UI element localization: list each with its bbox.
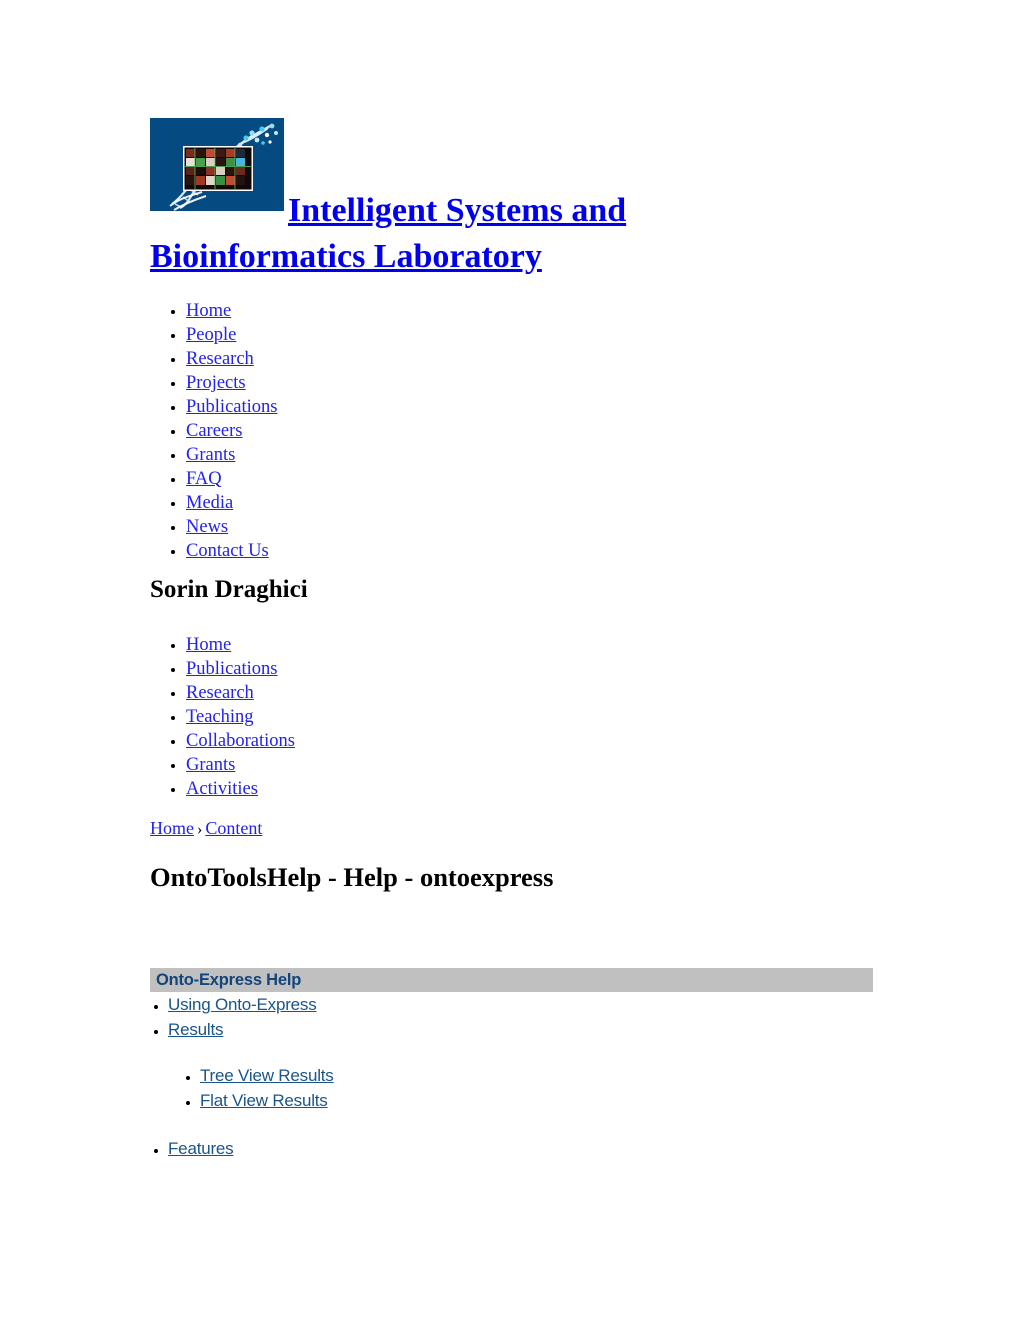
nav-link-contact-us[interactable]: Contact Us bbox=[186, 541, 269, 561]
help-link-using-onto-express[interactable]: Using Onto-Express bbox=[168, 995, 317, 1014]
help-item-results[interactable]: Results Tree View Results Flat View Resu… bbox=[168, 1018, 334, 1114]
person-name-heading: Sorin Draghici bbox=[150, 576, 308, 603]
breadcrumb-separator: › bbox=[197, 821, 203, 838]
nav-link-careers[interactable]: Careers bbox=[186, 421, 243, 441]
nav-link-grants[interactable]: Grants bbox=[186, 445, 235, 465]
nav-link-faq[interactable]: FAQ bbox=[186, 469, 222, 489]
help-link-tree-view-results[interactable]: Tree View Results bbox=[200, 1066, 334, 1085]
nav-item-publications[interactable]: Publications bbox=[186, 395, 277, 419]
site-logo-icon[interactable] bbox=[150, 118, 284, 211]
logo-graphic bbox=[150, 118, 284, 211]
microarray-image bbox=[183, 146, 253, 191]
help-link-results[interactable]: Results bbox=[168, 1020, 223, 1039]
person-navigation: Home Publications Research Teaching Coll… bbox=[150, 633, 295, 801]
nav-link-home[interactable]: Home bbox=[186, 301, 231, 321]
person-nav-item-activities[interactable]: Activities bbox=[186, 777, 295, 801]
help-item-features[interactable]: Features bbox=[168, 1137, 334, 1162]
help-link-features[interactable]: Features bbox=[168, 1139, 234, 1158]
person-nav-link-collaborations[interactable]: Collaborations bbox=[186, 731, 295, 751]
nav-item-news[interactable]: News bbox=[186, 515, 277, 539]
page-title: OntoToolsHelp - Help - ontoexpress bbox=[150, 862, 554, 892]
nav-link-publications[interactable]: Publications bbox=[186, 397, 277, 417]
nav-item-home[interactable]: Home bbox=[186, 299, 277, 323]
person-nav-item-research[interactable]: Research bbox=[186, 681, 295, 705]
breadcrumb: Home › Content bbox=[150, 818, 262, 839]
help-list-spacer bbox=[168, 1113, 334, 1137]
nav-item-careers[interactable]: Careers bbox=[186, 419, 277, 443]
nav-link-news[interactable]: News bbox=[186, 517, 228, 537]
breadcrumb-link-home[interactable]: Home bbox=[150, 818, 194, 838]
person-nav-link-research[interactable]: Research bbox=[186, 683, 254, 703]
nav-item-research[interactable]: Research bbox=[186, 347, 277, 371]
breadcrumb-link-content[interactable]: Content bbox=[205, 818, 262, 838]
person-nav-link-teaching[interactable]: Teaching bbox=[186, 707, 254, 727]
person-nav-item-home[interactable]: Home bbox=[186, 633, 295, 657]
nav-link-research[interactable]: Research bbox=[186, 349, 254, 369]
site-title-line-1: Intelligent Systems and bbox=[288, 192, 627, 229]
nav-item-faq[interactable]: FAQ bbox=[186, 467, 277, 491]
page-root: Intelligent Systems and Bioinformatics L… bbox=[0, 0, 1020, 1320]
nav-item-contact-us[interactable]: Contact Us bbox=[186, 539, 277, 563]
person-nav-item-publications[interactable]: Publications bbox=[186, 657, 295, 681]
site-header: Intelligent Systems and Bioinformatics L… bbox=[150, 118, 890, 280]
help-link-flat-view-results[interactable]: Flat View Results bbox=[200, 1091, 328, 1110]
person-nav-link-publications[interactable]: Publications bbox=[186, 659, 277, 679]
nav-item-people[interactable]: People bbox=[186, 323, 277, 347]
help-results-sublist: Tree View Results Flat View Results bbox=[168, 1064, 334, 1113]
help-topics-list: Using Onto-Express Results Tree View Res… bbox=[150, 993, 334, 1162]
person-nav-link-grants[interactable]: Grants bbox=[186, 755, 235, 775]
help-subitem-tree-view-results[interactable]: Tree View Results bbox=[200, 1064, 334, 1089]
nav-link-projects[interactable]: Projects bbox=[186, 373, 246, 393]
nav-link-people[interactable]: People bbox=[186, 325, 236, 345]
nav-item-media[interactable]: Media bbox=[186, 491, 277, 515]
nav-item-grants[interactable]: Grants bbox=[186, 443, 277, 467]
person-nav-item-grants[interactable]: Grants bbox=[186, 753, 295, 777]
nav-link-media[interactable]: Media bbox=[186, 493, 233, 513]
help-item-using-onto-express[interactable]: Using Onto-Express bbox=[168, 993, 334, 1018]
help-section-title: Onto-Express Help bbox=[156, 971, 302, 989]
help-section-header-bar: Onto-Express Help bbox=[150, 968, 873, 992]
person-nav-item-collaborations[interactable]: Collaborations bbox=[186, 729, 295, 753]
person-nav-link-home[interactable]: Home bbox=[186, 635, 231, 655]
person-nav-link-activities[interactable]: Activities bbox=[186, 779, 258, 799]
help-subitem-flat-view-results[interactable]: Flat View Results bbox=[200, 1089, 334, 1114]
person-nav-item-teaching[interactable]: Teaching bbox=[186, 705, 295, 729]
site-title-line-2: Bioinformatics Laboratory bbox=[150, 238, 542, 275]
nav-item-projects[interactable]: Projects bbox=[186, 371, 277, 395]
main-navigation: Home People Research Projects Publicatio… bbox=[150, 299, 277, 563]
